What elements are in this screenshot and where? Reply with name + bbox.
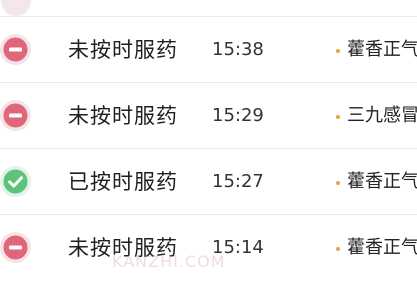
record-time: 15:38 (212, 39, 264, 60)
minus-circle-icon (0, 232, 31, 263)
minus-circle-icon (0, 100, 31, 131)
record-time: 15:29 (212, 105, 264, 126)
status-label: 已按时服药 (68, 170, 178, 194)
record-row[interactable]: 未按时服药 15:38 藿香正气 (0, 17, 417, 83)
bullet-dot (336, 49, 340, 53)
record-row[interactable]: 未按时服药 15:29 三九感冒 (0, 83, 417, 149)
minus-circle-icon (0, 34, 31, 65)
medicine-name: 藿香正气 (347, 237, 417, 258)
bullet-dot (336, 181, 340, 185)
status-label: 未按时服药 (68, 104, 178, 128)
bullet-dot (336, 247, 340, 251)
medicine-name: 三九感冒 (347, 105, 417, 126)
bullet-dot (336, 115, 340, 119)
status-icon-partial (1, 0, 31, 16)
record-row[interactable]: 已按时服药 15:27 藿香正气 (0, 149, 417, 215)
record-row[interactable]: 未按时服药 15:14 藿香正气 (0, 215, 417, 281)
check-circle-icon (0, 166, 31, 197)
previous-record-row[interactable] (0, 0, 417, 17)
medicine-name: 藿香正气 (347, 39, 417, 60)
status-label: 未按时服药 (68, 38, 178, 62)
medication-record-list: 未按时服药 15:38 藿香正气 未按时服药 15:29 三九感冒 已按时服药 … (0, 17, 417, 281)
record-time: 15:27 (212, 171, 264, 192)
watermark: KANZHI.COM (112, 252, 226, 271)
medicine-name: 藿香正气 (347, 171, 417, 192)
